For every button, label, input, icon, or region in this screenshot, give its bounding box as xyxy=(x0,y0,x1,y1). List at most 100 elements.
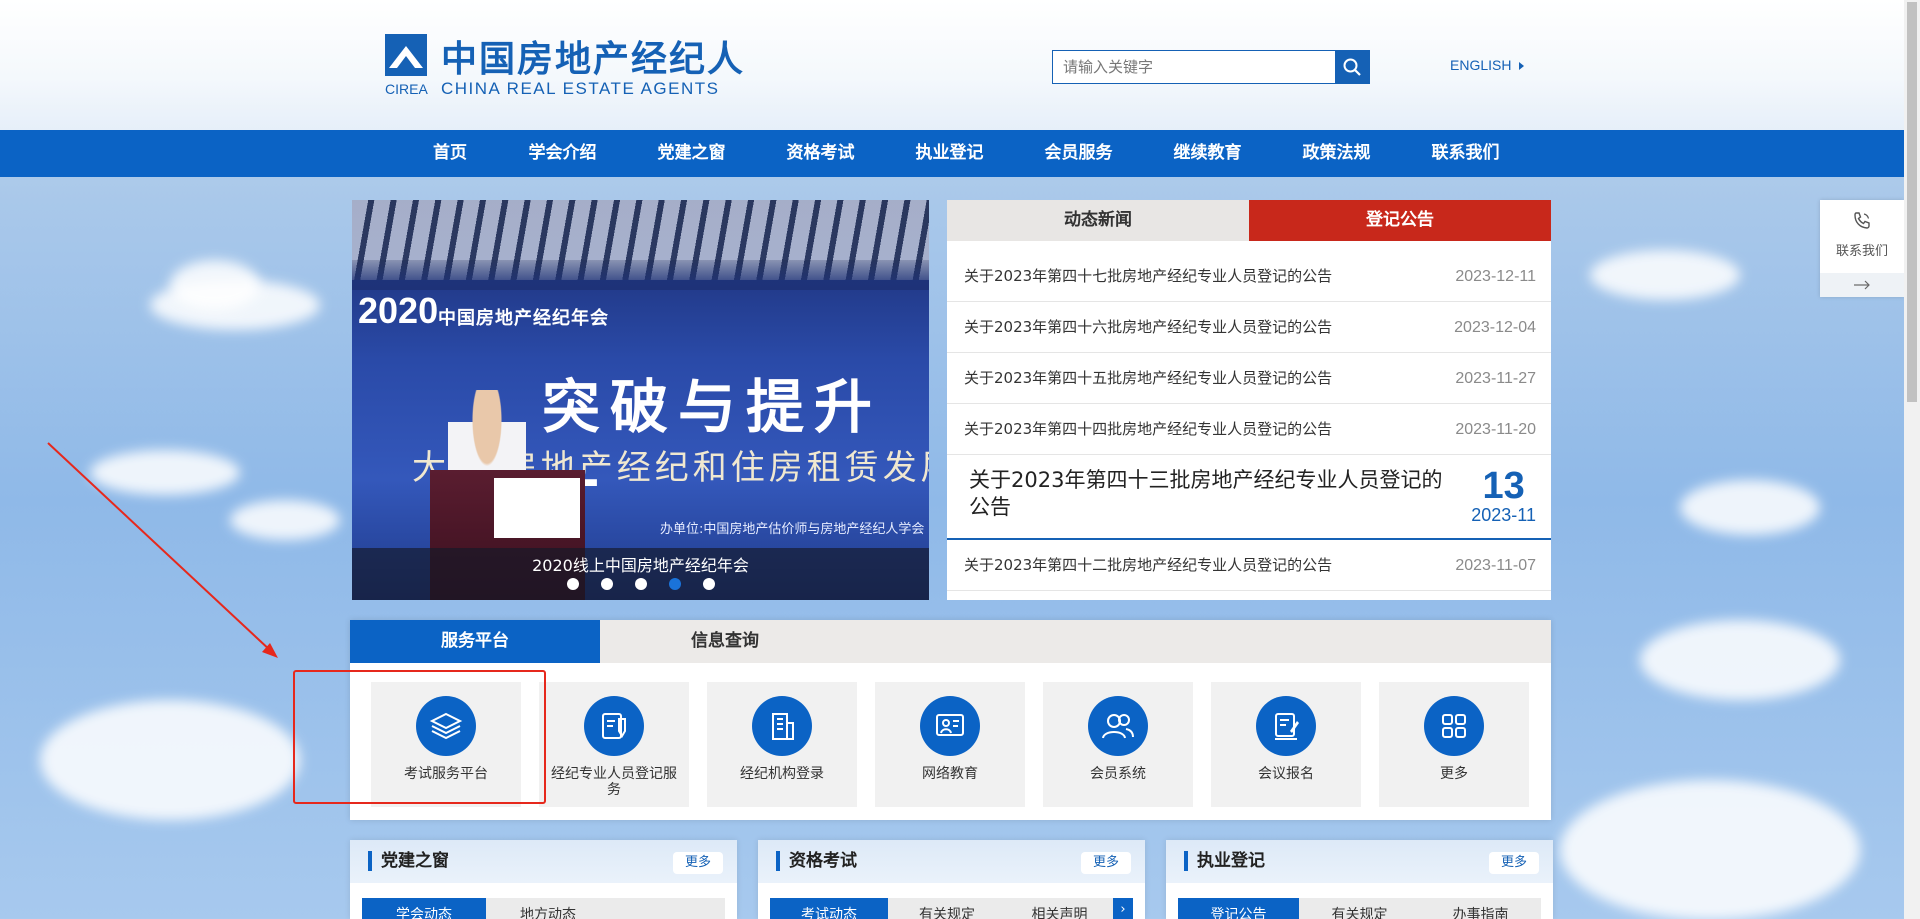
carousel-dot-5[interactable] xyxy=(702,578,715,590)
side-contact-widget[interactable]: 联系我们 xyxy=(1820,200,1904,297)
panel-tab[interactable]: 登记公告 xyxy=(1178,898,1299,919)
panel-tab[interactable]: 办事指南 xyxy=(1420,898,1541,919)
panel-more-button[interactable]: 更多 xyxy=(673,852,723,874)
online-education-icon xyxy=(920,696,980,756)
search-icon xyxy=(1343,58,1361,76)
tab-info-query[interactable]: 信息查询 xyxy=(600,620,850,663)
service-online-education[interactable]: 网络教育 xyxy=(875,682,1025,807)
nav-item-about[interactable]: 学会介绍 xyxy=(498,130,627,177)
nav-item-contact[interactable]: 联系我们 xyxy=(1401,130,1530,177)
banner-carousel[interactable]: 2020 中国房地产经纪年会 突破与提升— 大 下房地产经纪和住房租赁发展 办单… xyxy=(352,200,929,600)
news-item[interactable]: 关于2023年第四十五批房地产经纪专业人员登记的公告 2023-11-27 xyxy=(947,353,1551,404)
news-item[interactable]: 关于2023年第四十二批房地产经纪专业人员登记的公告 2023-11-07 xyxy=(947,540,1551,591)
english-link[interactable]: ENGLISH xyxy=(1450,57,1525,73)
arrow-right-icon xyxy=(1854,280,1870,290)
news-featured-year-month: 2023-11 xyxy=(1471,505,1536,525)
news-item[interactable]: 关于2023年第四十七批房地产经纪专业人员登记的公告 2023-12-11 xyxy=(947,251,1551,302)
banner-caption: 2020线上中国房地产经纪年会 xyxy=(532,556,749,575)
news-item-date: 2023-11-07 xyxy=(1455,557,1536,574)
news-item-title: 关于2023年第四十四批房地产经纪专业人员登记的公告 xyxy=(964,420,1333,438)
logo-abbreviation: CIREA xyxy=(385,81,428,97)
phone-icon xyxy=(1854,212,1870,229)
news-panel: 动态新闻 登记公告 关于2023年第四十七批房地产经纪专业人员登记的公告 202… xyxy=(947,200,1551,600)
panel-tabs-next-icon[interactable]: › xyxy=(1113,898,1133,919)
panel-party: 党建之窗 更多 学会动态 地方动态 xyxy=(350,840,737,919)
service-agent-registration[interactable]: 经纪专业人员登记服务 xyxy=(539,682,689,807)
panel-tab[interactable]: 学会动态 xyxy=(362,898,486,919)
panel-header: 资格考试 更多 xyxy=(758,840,1145,883)
annotation-highlight-box xyxy=(293,670,546,804)
carousel-dot-3[interactable] xyxy=(634,578,647,590)
nav-item-policy[interactable]: 政策法规 xyxy=(1272,130,1401,177)
news-item[interactable]: 关于2023年第四十六批房地产经纪专业人员登记的公告 2023-12-04 xyxy=(947,302,1551,353)
main-navigation: 首页 学会介绍 党建之窗 资格考试 执业登记 会员服务 继续教育 政策法规 联系… xyxy=(0,130,1904,177)
users-icon xyxy=(1088,696,1148,756)
panel-more-button[interactable]: 更多 xyxy=(1081,852,1131,874)
nav-item-registration[interactable]: 执业登记 xyxy=(885,130,1014,177)
english-label: ENGLISH xyxy=(1450,57,1512,73)
scrollbar-thumb[interactable] xyxy=(1907,2,1917,402)
grid-icon xyxy=(1424,696,1484,756)
search-input[interactable] xyxy=(1053,51,1335,83)
nav-item-member[interactable]: 会员服务 xyxy=(1014,130,1143,177)
tab-registration-announcements[interactable]: 登记公告 xyxy=(1249,200,1551,241)
panel-tab[interactable]: 地方动态 xyxy=(486,898,610,919)
news-featured-item[interactable]: 关于2023年第四十三批房地产经纪专业人员登记的公告 13 2023-11 xyxy=(947,455,1551,540)
panel-more-button[interactable]: 更多 xyxy=(1489,852,1539,874)
panel-title: 资格考试 xyxy=(776,851,857,871)
carousel-dot-1[interactable] xyxy=(566,578,579,590)
news-list: 关于2023年第四十七批房地产经纪专业人员登记的公告 2023-12-11 关于… xyxy=(947,241,1551,591)
service-label: 会议报名 xyxy=(1258,766,1314,782)
news-item-title: 关于2023年第四十六批房地产经纪专业人员登记的公告 xyxy=(964,318,1333,336)
service-agency-login[interactable]: 经纪机构登录 xyxy=(707,682,857,807)
panel-header: 党建之窗 更多 xyxy=(350,840,737,883)
logo-chinese-name: 中国房地产经纪人 xyxy=(441,39,746,80)
signup-icon xyxy=(1256,696,1316,756)
news-item-date: 2023-11-27 xyxy=(1455,370,1536,387)
nav-item-party[interactable]: 党建之窗 xyxy=(627,130,756,177)
news-item-date: 2023-12-11 xyxy=(1455,268,1536,285)
news-tabs: 动态新闻 登记公告 xyxy=(947,200,1551,241)
service-label: 会员系统 xyxy=(1090,766,1146,782)
service-tabs: 服务平台 信息查询 xyxy=(350,620,1551,663)
panel-tab[interactable]: 考试动态 xyxy=(770,898,888,919)
logo-mark-icon xyxy=(385,34,427,76)
panel-tab[interactable]: 相关声明 xyxy=(1006,898,1113,919)
logo-english-name: CHINA REAL ESTATE AGENTS xyxy=(441,79,720,98)
service-member-system[interactable]: 会员系统 xyxy=(1043,682,1193,807)
carousel-dot-2[interactable] xyxy=(600,578,613,590)
news-featured-title: 关于2023年第四十三批房地产经纪专业人员登记的公告 xyxy=(969,468,1443,519)
service-more[interactable]: 更多 xyxy=(1379,682,1529,807)
side-contact-label: 联系我们 xyxy=(1835,244,1888,259)
panel-tab[interactable]: 有关规定 xyxy=(888,898,1006,919)
news-item-date: 2023-12-04 xyxy=(1454,319,1536,336)
page-scrollbar[interactable] xyxy=(1904,0,1920,919)
document-pen-icon xyxy=(584,696,644,756)
service-label: 更多 xyxy=(1440,766,1468,782)
search-button[interactable] xyxy=(1335,51,1369,83)
banner-headline-org: 中国房地产经纪年会 xyxy=(438,308,609,329)
site-logo[interactable]: 中国房地产经纪人 CIREA CHINA REAL ESTATE AGENTS xyxy=(385,34,743,98)
news-featured-date: 13 2023-11 xyxy=(1471,467,1536,538)
banner-headline-year: 2020 xyxy=(358,290,439,331)
banner-organizer-text: 办单位:中国房地产估价师与房地产经纪人学会 xyxy=(660,522,925,537)
panel-title: 党建之窗 xyxy=(368,851,449,871)
news-item[interactable]: 关于2023年第四十四批房地产经纪专业人员登记的公告 2023-11-20 xyxy=(947,404,1551,455)
building-icon xyxy=(752,696,812,756)
panel-tab[interactable]: 有关规定 xyxy=(1299,898,1420,919)
banner-roof-shade xyxy=(352,260,929,290)
carousel-dot-4[interactable] xyxy=(668,578,681,590)
service-meeting-signup[interactable]: 会议报名 xyxy=(1211,682,1361,807)
nav-item-education[interactable]: 继续教育 xyxy=(1143,130,1272,177)
tab-service-platform[interactable]: 服务平台 xyxy=(350,620,600,663)
side-contact-arrow-button[interactable] xyxy=(1820,273,1904,297)
news-featured-day: 13 xyxy=(1482,465,1525,507)
podium-plaque xyxy=(494,478,580,538)
search-bar xyxy=(1052,50,1370,84)
banner-big-text: 突破与提升— xyxy=(542,373,883,512)
panel-tabs: 考试动态 有关规定 相关声明 › xyxy=(770,898,1133,919)
nav-item-exam[interactable]: 资格考试 xyxy=(756,130,885,177)
site-header: 中国房地产经纪人 CIREA CHINA REAL ESTATE AGENTS … xyxy=(0,0,1904,130)
nav-item-home[interactable]: 首页 xyxy=(402,130,498,177)
tab-dynamic-news[interactable]: 动态新闻 xyxy=(947,200,1249,241)
